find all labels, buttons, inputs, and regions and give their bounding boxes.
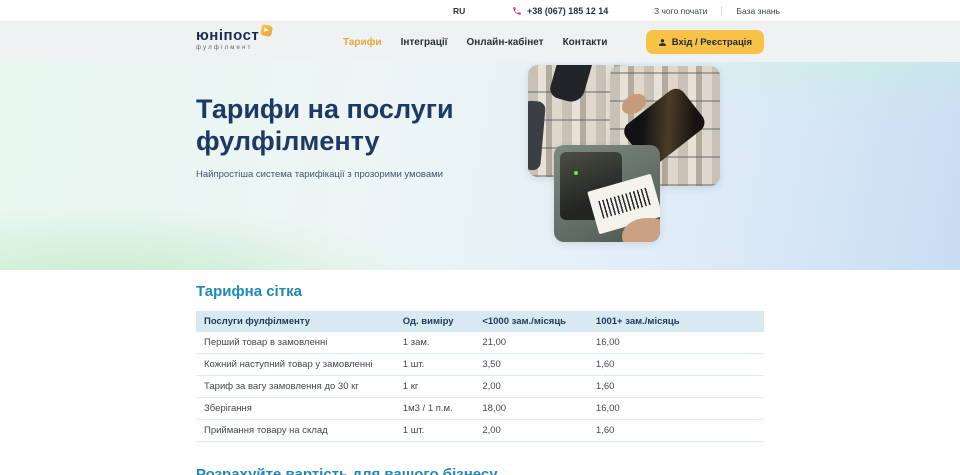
cell-price-low: 3,50 bbox=[474, 354, 588, 376]
table-row: Зберігання 1м3 / 1 п.м. 18,00 16,00 bbox=[196, 398, 764, 420]
cell-price-high: 16,00 bbox=[588, 398, 764, 420]
pricing-heading: Тарифна сітка bbox=[196, 283, 764, 300]
cell-service: Приймання товару на склад bbox=[196, 420, 395, 442]
topbar-link-knowledge-base[interactable]: База знань bbox=[736, 6, 780, 16]
table-header-row: Послуги фулфілменту Од. виміру <1000 зам… bbox=[196, 311, 764, 332]
worker-arm-shape bbox=[548, 65, 592, 105]
login-register-button[interactable]: Вхід / Реєстрація bbox=[646, 30, 764, 54]
calculator-heading: Розрахуйте вартість для вашого бізнесу bbox=[196, 466, 764, 475]
table-row: Перший товар в замовленні 1 зам. 21,00 1… bbox=[196, 332, 764, 354]
cell-price-low: 21,00 bbox=[474, 332, 588, 354]
calculator-section: Розрахуйте вартість для вашого бізнесу bbox=[196, 442, 764, 475]
page-title: Тарифи на послуги фулфілменту bbox=[196, 94, 471, 158]
page-subtitle: Найпростіша система тарифікації з прозор… bbox=[196, 169, 443, 180]
topbar-links: З чого почати База знань bbox=[654, 6, 780, 16]
cell-price-high: 16,00 bbox=[588, 332, 764, 354]
pricing-table: Послуги фулфілменту Од. виміру <1000 зам… bbox=[196, 311, 764, 442]
pricing-section: Тарифна сітка Послуги фулфілменту Од. ви… bbox=[196, 270, 764, 442]
logo-wordmark: юніпост bbox=[196, 28, 259, 43]
phone-link[interactable]: +38 (067) 185 12 14 bbox=[512, 6, 608, 16]
topbar-link-getting-started[interactable]: З чого почати bbox=[654, 6, 707, 16]
nav-item-tariffs[interactable]: Тарифи bbox=[343, 37, 382, 48]
cell-unit: 1 зам. bbox=[395, 332, 475, 354]
hero-section: Тарифи на послуги фулфілменту Найпростіш… bbox=[0, 62, 960, 270]
logo-diamond-icon bbox=[260, 24, 273, 37]
cell-price-low: 18,00 bbox=[474, 398, 588, 420]
main-header: юніпост фулфілмент Тарифи Інтеграції Онл… bbox=[0, 22, 960, 62]
user-icon bbox=[658, 38, 667, 47]
printer-led bbox=[574, 171, 578, 175]
phone-number: +38 (067) 185 12 14 bbox=[527, 6, 608, 16]
main-content: Тарифна сітка Послуги фулфілменту Од. ви… bbox=[0, 270, 960, 475]
cell-service: Тариф за вагу замовлення до 30 кг bbox=[196, 376, 395, 398]
cell-unit: 1 шт. bbox=[395, 354, 475, 376]
cell-unit: 1 шт. bbox=[395, 420, 475, 442]
main-nav: Тарифи Інтеграції Онлайн-кабінет Контакт… bbox=[343, 22, 607, 62]
hero-photo-label-printer bbox=[554, 145, 660, 242]
table-row: Тариф за вагу замовлення до 30 кг 1 кг 2… bbox=[196, 376, 764, 398]
column-header-under-1000: <1000 зам./місяць bbox=[474, 311, 588, 332]
cell-service: Зберігання bbox=[196, 398, 395, 420]
nav-item-online-cabinet[interactable]: Онлайн-кабінет bbox=[466, 37, 543, 48]
worker-silhouette-shape bbox=[528, 100, 546, 171]
topbar-divider bbox=[721, 6, 722, 16]
table-row: Приймання товару на склад 1 шт. 2,00 1,6… bbox=[196, 420, 764, 442]
cell-price-low: 2,00 bbox=[474, 420, 588, 442]
nav-item-contacts[interactable]: Контакти bbox=[563, 37, 608, 48]
nav-item-integrations[interactable]: Інтеграції bbox=[401, 37, 448, 48]
login-register-label: Вхід / Реєстрація bbox=[672, 37, 752, 48]
cell-price-high: 1,60 bbox=[588, 376, 764, 398]
cell-price-high: 1,60 bbox=[588, 420, 764, 442]
column-header-unit: Од. виміру bbox=[395, 311, 475, 332]
cell-unit: 1м3 / 1 п.м. bbox=[395, 398, 475, 420]
language-switcher[interactable]: RU bbox=[453, 6, 465, 16]
cell-unit: 1 кг bbox=[395, 376, 475, 398]
phone-icon bbox=[512, 6, 522, 16]
logo-tagline: фулфілмент bbox=[196, 45, 272, 51]
cell-price-low: 2,00 bbox=[474, 376, 588, 398]
table-row: Кожний наступний товар у замовленні 1 шт… bbox=[196, 354, 764, 376]
column-header-over-1001: 1001+ зам./місяць bbox=[588, 311, 764, 332]
logo[interactable]: юніпост фулфілмент bbox=[196, 28, 272, 51]
column-header-service: Послуги фулфілменту bbox=[196, 311, 395, 332]
cell-service: Кожний наступний товар у замовленні bbox=[196, 354, 395, 376]
topbar: RU +38 (067) 185 12 14 З чого почати Баз… bbox=[0, 0, 960, 22]
barcode-shape bbox=[598, 187, 651, 218]
cell-price-high: 1,60 bbox=[588, 354, 764, 376]
cell-service: Перший товар в замовленні bbox=[196, 332, 395, 354]
